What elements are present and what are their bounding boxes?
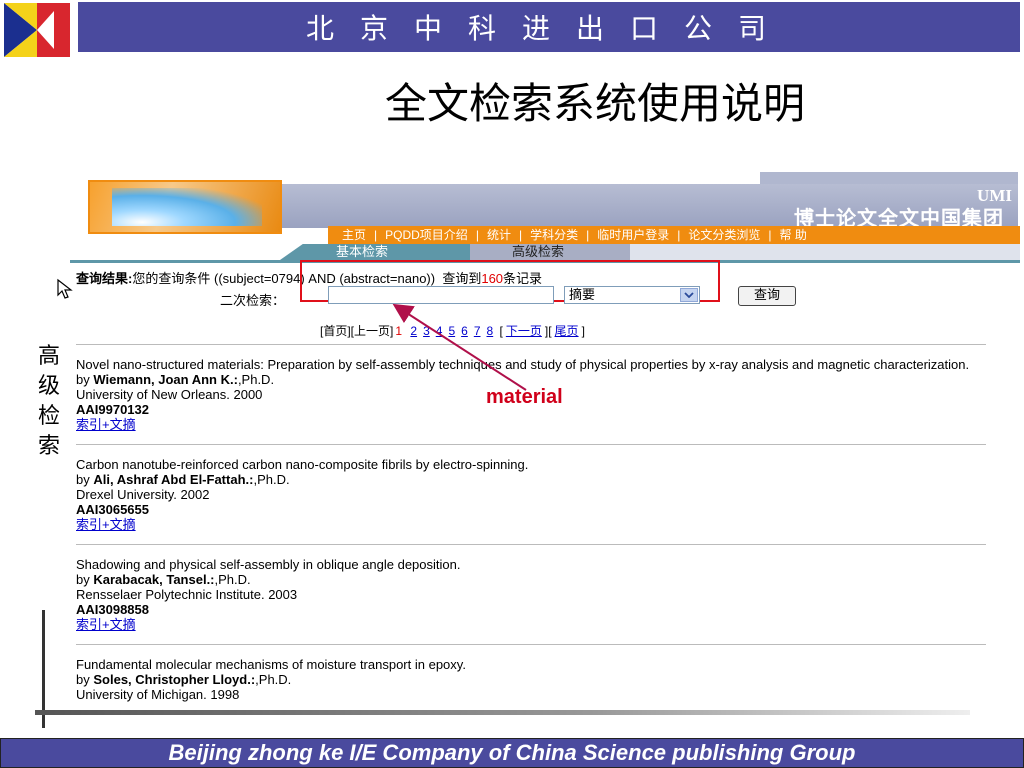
result-divider xyxy=(76,544,986,545)
result-abstract-link[interactable]: 索引+文摘 xyxy=(76,417,986,432)
annotation-label: material xyxy=(486,386,563,408)
side-label-advanced-search: 高 级 检 索 xyxy=(38,344,61,459)
pager-first[interactable]: [首页] xyxy=(320,324,351,338)
pager-current: 1 xyxy=(395,324,403,338)
pager-prev[interactable]: [上一页] xyxy=(351,324,394,338)
pager-last[interactable]: 尾页 xyxy=(555,324,579,338)
search-field-select[interactable]: 摘要 xyxy=(564,286,700,304)
result-by: by xyxy=(76,672,90,687)
embedded-search-page: UMI 博士论文全文中国集团 主页 | PQDD项目介绍 | 统计 | 学科分类 | 临… xyxy=(70,172,1020,710)
result-item: Carbon nanotube-reinforced carbon nano-c… xyxy=(76,457,986,532)
result-degree: ,Ph.D. xyxy=(255,672,292,687)
result-title: Fundamental molecular mechanisms of mois… xyxy=(76,657,466,672)
pager-page-3[interactable]: 3 xyxy=(423,324,430,338)
nav-home[interactable]: 主页 xyxy=(336,226,372,244)
result-by: by xyxy=(76,572,90,587)
result-title: Novel nano-structured materials: Prepara… xyxy=(76,357,970,372)
nav-help[interactable]: 帮 助 xyxy=(774,226,813,244)
pager-page-4[interactable]: 4 xyxy=(436,324,443,338)
result-degree: ,Ph.D. xyxy=(237,372,275,387)
result-aai-number: AAI3065655 xyxy=(76,502,149,517)
result-author: Wiemann, Joan Ann K.: xyxy=(93,372,238,387)
result-title: Shadowing and physical self-assembly in … xyxy=(76,557,461,572)
slide-header: 北京中科进出口公司 xyxy=(78,2,1020,52)
pager-page-2[interactable]: 2 xyxy=(410,324,417,338)
company-logo-icon xyxy=(4,3,70,57)
result-author: Soles, Christopher Lloyd.: xyxy=(93,672,256,687)
tab-advanced-search[interactable]: 高级检索 xyxy=(470,244,630,260)
result-abstract-link[interactable]: 索引+文摘 xyxy=(76,617,986,632)
site-nav-bar: 主页 | PQDD项目介绍 | 统计 | 学科分类 | 临时用户登录 | 论文分类浏览 | … xyxy=(328,226,1020,244)
nav-subjects[interactable]: 学科分类 xyxy=(524,226,584,244)
pager-page-8[interactable]: 8 xyxy=(487,324,494,338)
result-author: Ali, Ashraf Abd El-Fattah.: xyxy=(93,472,254,487)
pager-next[interactable]: 下一页 xyxy=(506,324,542,338)
result-divider xyxy=(76,344,986,345)
result-title: Carbon nanotube-reinforced carbon nano-c… xyxy=(76,457,529,472)
secondary-search-label: 二次检索： xyxy=(220,293,286,308)
search-tabs: 基本检索 高级检索 xyxy=(280,244,1020,260)
pager-page-6[interactable]: 6 xyxy=(461,324,468,338)
result-aai-number: AAI3098858 xyxy=(76,602,149,617)
slide-footer: Beijing zhong ke I/E Company of China Sc… xyxy=(0,738,1024,768)
site-logo-graphic xyxy=(88,180,282,234)
result-school: Rensselaer Polytechnic Institute. 2003 xyxy=(76,587,298,602)
result-author: Karabacak, Tansel.: xyxy=(93,572,215,587)
pagination: [首页][上一页] 1 2345678 [下一页][尾页] xyxy=(320,324,585,338)
company-name: 北京中科进出口公司 xyxy=(305,12,792,45)
result-degree: ,Ph.D. xyxy=(253,472,290,487)
chevron-down-icon xyxy=(680,288,698,302)
nav-temp-login[interactable]: 临时用户登录 xyxy=(591,226,675,244)
result-school: Drexel University. 2002 xyxy=(76,487,210,502)
nav-pqdd-intro[interactable]: PQDD项目介绍 xyxy=(379,226,474,244)
result-degree: ,Ph.D. xyxy=(214,572,251,587)
query-label: 查询结果: xyxy=(76,271,133,286)
pager-page-7[interactable]: 7 xyxy=(474,324,481,338)
tab-basic-search[interactable]: 基本检索 xyxy=(280,244,470,260)
pager-page-5[interactable]: 5 xyxy=(448,324,455,338)
result-school: University of Michigan. 1998 xyxy=(76,687,240,702)
result-item: Shadowing and physical self-assembly in … xyxy=(76,557,986,632)
decor-horizontal-line xyxy=(35,710,970,715)
result-divider xyxy=(76,644,986,645)
result-by: by xyxy=(76,472,90,487)
nav-stats[interactable]: 统计 xyxy=(481,226,517,244)
query-button[interactable]: 查询 xyxy=(738,286,796,306)
nav-browse[interactable]: 论文分类浏览 xyxy=(682,226,766,244)
result-by: by xyxy=(76,372,90,387)
result-divider xyxy=(76,444,986,445)
secondary-search-input[interactable] xyxy=(328,286,554,304)
result-abstract-link[interactable]: 索引+文摘 xyxy=(76,517,986,532)
result-item: Fundamental molecular mechanisms of mois… xyxy=(76,657,986,702)
slide-title: 全文检索系统使用说明 xyxy=(384,79,805,128)
